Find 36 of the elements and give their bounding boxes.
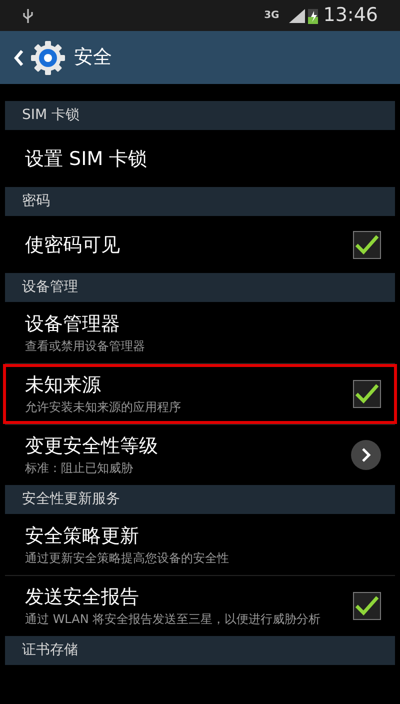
row-subtitle: 标准：阻止已知威胁 (25, 460, 134, 477)
row-subtitle: 允许安装未知来源的应用程序 (25, 399, 182, 416)
row-title: 设置 SIM 卡锁 (25, 147, 148, 172)
battery-charging-icon (308, 7, 318, 24)
settings-row[interactable]: 变更安全性等级 标准：阻止已知威胁 (3, 425, 397, 485)
section-title: 设备管理 (22, 278, 78, 297)
settings-row[interactable]: 使密码可见 (3, 217, 397, 273)
settings-row[interactable]: 安全策略更新 通过更新安全策略提高您设备的安全性 (3, 515, 397, 575)
section-title: 密码 (22, 192, 50, 211)
screen-title: 安全 (74, 45, 112, 70)
row-title: 变更安全性等级 (25, 434, 159, 459)
settings-row[interactable]: 发送安全报告 通过 WLAN 将安全报告发送至三星，以便进行威胁分析 (3, 576, 397, 636)
network-indicator: 3G (264, 10, 280, 20)
row-title: 未知来源 (25, 373, 102, 398)
row-subtitle: 查看或禁用设备管理器 (25, 338, 146, 355)
settings-row[interactable]: 设置 SIM 卡锁 (3, 131, 397, 187)
settings-row[interactable]: 设备管理器 查看或禁用设备管理器 (3, 303, 397, 363)
section-title: 证书存储 (22, 641, 78, 660)
signal-icon (289, 8, 306, 22)
row-title: 发送安全报告 (25, 585, 140, 610)
clock: 13:46 (323, 3, 378, 28)
row-title: 安全策略更新 (25, 524, 140, 549)
row-title: 设备管理器 (25, 312, 121, 337)
row-title: 使密码可见 (25, 233, 121, 258)
gear-icon (30, 40, 66, 76)
settings-row[interactable]: 未知来源 允许安装未知来源的应用程序 (3, 364, 397, 424)
usb-icon (22, 8, 34, 24)
row-subtitle: 通过更新安全策略提高您设备的安全性 (25, 550, 230, 567)
row-subtitle: 通过 WLAN 将安全报告发送至三星，以便进行威胁分析 (25, 611, 322, 628)
back-icon[interactable] (14, 48, 24, 66)
section-title: 安全性更新服务 (22, 490, 120, 509)
checkbox[interactable] (353, 592, 381, 620)
chevron-right-icon[interactable] (351, 440, 381, 470)
checkbox[interactable] (353, 231, 381, 259)
checkbox[interactable] (353, 380, 381, 408)
section-title: SIM 卡锁 (22, 106, 80, 125)
